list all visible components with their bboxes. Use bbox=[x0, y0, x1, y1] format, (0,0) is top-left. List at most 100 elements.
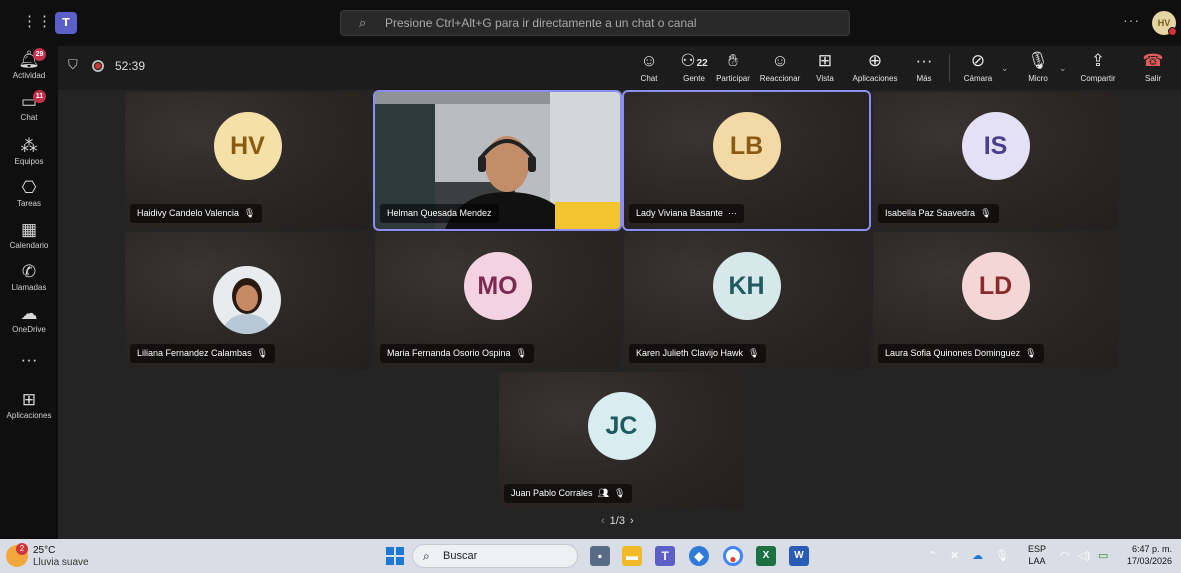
view-button[interactable]: ⊞ Vista bbox=[814, 50, 836, 83]
camera-off-icon: ⊘ bbox=[970, 51, 986, 70]
battery-icon[interactable]: ▭ bbox=[1098, 549, 1108, 562]
mic-muted-icon: 🎙︎ bbox=[243, 208, 256, 218]
rail-item-more[interactable]: ··· bbox=[0, 350, 58, 370]
participant-tile[interactable]: LD Laura Sofia Quinones Dominguez 🎙︎ bbox=[873, 232, 1118, 369]
search-icon: ⌕ bbox=[359, 15, 367, 30]
camera-options-chevron-icon[interactable]: ⌄ bbox=[1001, 63, 1009, 74]
rail-item-tasks[interactable]: ⎔ Tareas bbox=[0, 178, 58, 208]
weather-widget[interactable]: 2 25°C Lluvia suave bbox=[6, 543, 126, 571]
people-button[interactable]: ⚇22 Gente bbox=[674, 50, 714, 83]
task-view-icon[interactable]: ▪ bbox=[590, 546, 610, 566]
add-apps-icon: ⊞ bbox=[21, 390, 37, 409]
participant-tile[interactable]: Liliana Fernandez Calambas 🎙︎ bbox=[125, 232, 370, 369]
hang-up-icon: ☎ bbox=[1142, 51, 1164, 70]
rail-label: Equipos bbox=[14, 157, 44, 166]
react-button[interactable]: ☺ Reaccionar bbox=[758, 50, 802, 83]
video-gallery: HV Haidivy Candelo Valencia 🎙︎ Helman Que… bbox=[58, 90, 1181, 539]
windows-logo-icon bbox=[386, 557, 394, 565]
apps-button[interactable]: ⊕ Aplicaciones bbox=[850, 50, 900, 83]
app-launcher-icon[interactable]: ⋮⋮⋮ bbox=[22, 14, 67, 30]
file-explorer-icon[interactable]: ▬ bbox=[622, 546, 642, 566]
gallery-pager: ‹ 1/3 › bbox=[596, 515, 639, 527]
participant-name: Isabella Paz Saavedra bbox=[885, 208, 976, 218]
raise-hand-button[interactable]: ✋︎ Participar bbox=[713, 50, 753, 83]
mic-label: Micro bbox=[1028, 74, 1048, 83]
more-options-button[interactable]: ··· bbox=[1123, 12, 1140, 28]
clock-date: 17/03/2026 bbox=[1126, 556, 1172, 566]
rail-item-onedrive[interactable]: ☁ OneDrive bbox=[0, 304, 58, 334]
keyboard-layout: LAA bbox=[1028, 556, 1046, 566]
mic-muted-icon: 🎙︎ bbox=[980, 208, 992, 218]
participant-tile[interactable]: KH Karen Julieth Clavijo Hawk 🎙︎ bbox=[624, 232, 869, 369]
title-bar: ⋮⋮⋮ T ⌕ Presione Ctrl+Alt+G para ir dire… bbox=[0, 0, 1181, 46]
more-options-icon[interactable]: ··· bbox=[728, 208, 737, 218]
start-button[interactable] bbox=[385, 546, 405, 566]
rail-item-apps[interactable]: ⊞ Aplicaciones bbox=[0, 390, 58, 420]
more-button[interactable]: ··· Más bbox=[914, 50, 934, 83]
rail-item-calls[interactable]: ✆ Llamadas bbox=[0, 262, 58, 292]
camera-button[interactable]: ⊘ Cámara bbox=[962, 50, 994, 83]
meeting-controls-bar: ⛉ 52:39 ☺ Chat ⚇22 Gente ✋︎ Participar ☺… bbox=[58, 46, 1181, 90]
rail-item-activity[interactable]: 🔔︎ 29 Actividad bbox=[0, 48, 58, 80]
tray-mute-icon[interactable]: ✕ bbox=[950, 549, 959, 562]
participant-tile[interactable]: JC Juan Pablo Corrales 👥︎ 🎙︎ bbox=[499, 372, 744, 509]
participant-name: Haidivy Candelo Valencia bbox=[137, 208, 239, 218]
taskbar-search[interactable]: ⌕ Buscar bbox=[412, 544, 578, 568]
teams-icon: ⁂ bbox=[20, 136, 38, 155]
next-page-chevron-icon[interactable]: › bbox=[630, 515, 634, 527]
mic-muted-icon: 🎙︎ bbox=[748, 348, 760, 358]
mic-options-chevron-icon[interactable]: ⌄ bbox=[1059, 63, 1067, 74]
wifi-icon[interactable]: ◠ bbox=[1060, 549, 1070, 562]
copilot-icon[interactable]: ◆ bbox=[689, 546, 709, 566]
temperature: 25°C bbox=[33, 545, 56, 556]
share-icon: ⇪ bbox=[1090, 51, 1106, 70]
smiley-icon: ☺ bbox=[771, 51, 789, 70]
chat-button[interactable]: ☺ Chat bbox=[638, 50, 660, 83]
participant-name-label: Juan Pablo Corrales 👥︎ 🎙︎ bbox=[504, 484, 633, 503]
tray-mic-icon[interactable]: 🎙︎ bbox=[995, 549, 1009, 562]
mic-button[interactable]: 🎙︎ Micro bbox=[1024, 50, 1052, 83]
input-language[interactable]: ESP LAA bbox=[1028, 543, 1046, 567]
participant-name-label: Karen Julieth Clavijo Hawk 🎙︎ bbox=[629, 344, 767, 363]
search-input[interactable]: ⌕ Presione Ctrl+Alt+G para ir directamen… bbox=[340, 10, 850, 36]
participant-tile[interactable]: LB Lady Viviana Basante ··· bbox=[622, 90, 871, 231]
teams-app-icon[interactable]: T bbox=[655, 546, 675, 566]
participant-name-label: Helman Quesada Mendez bbox=[380, 204, 499, 223]
mic-off-icon: 🎙︎ bbox=[1027, 51, 1049, 70]
prev-page-chevron-icon[interactable]: ‹ bbox=[601, 515, 605, 527]
leave-button[interactable]: ☎ Salir bbox=[1142, 50, 1164, 83]
presence-busy-icon bbox=[1168, 27, 1177, 36]
rail-label: Chat bbox=[20, 113, 38, 122]
windows-logo-icon bbox=[396, 547, 404, 555]
system-clock[interactable]: 6:47 p. m. 17/03/2026 bbox=[1122, 543, 1172, 567]
participant-avatar: LD bbox=[961, 252, 1030, 320]
participant-name-label: Haidivy Candelo Valencia 🎙︎ bbox=[130, 204, 263, 223]
language-code: ESP bbox=[1028, 544, 1047, 554]
participant-tile-video[interactable]: Helman Quesada Mendez bbox=[373, 90, 622, 231]
chat-icon: ▭ bbox=[20, 92, 38, 111]
rail-item-chat[interactable]: ▭ 11 Chat bbox=[0, 90, 58, 122]
word-icon[interactable]: W bbox=[789, 546, 809, 566]
mic-muted-icon: 🎙︎ bbox=[1025, 348, 1037, 358]
mic-muted-icon: 🎙︎ bbox=[515, 348, 527, 358]
participant-name: Maria Fernanda Osorio Ospina bbox=[387, 348, 511, 358]
participant-tile[interactable]: MO Maria Fernanda Osorio Ospina 🎙︎ bbox=[375, 232, 620, 369]
participant-tile[interactable]: IS Isabella Paz Saavedra 🎙︎ bbox=[873, 92, 1118, 229]
volume-icon[interactable]: ◁) bbox=[1078, 549, 1090, 562]
windows-logo-icon bbox=[396, 557, 404, 565]
share-button[interactable]: ⇪ Compartir bbox=[1076, 50, 1120, 83]
cloud-icon: ☁ bbox=[20, 304, 38, 323]
ellipsis-icon: ··· bbox=[915, 51, 933, 70]
people-icon: ⚇22 bbox=[680, 51, 708, 70]
profile-avatar[interactable]: HV bbox=[1152, 11, 1177, 36]
participant-tile[interactable]: HV Haidivy Candelo Valencia 🎙︎ bbox=[125, 92, 370, 229]
participant-name-label: Liliana Fernandez Calambas 🎙︎ bbox=[130, 344, 276, 363]
tray-chevron-up-icon[interactable]: ⌃ bbox=[928, 549, 937, 562]
chrome-icon[interactable]: ● bbox=[723, 546, 743, 566]
weather-badge: 2 bbox=[16, 543, 28, 555]
search-placeholder: Presione Ctrl+Alt+G para ir directamente… bbox=[385, 16, 697, 30]
tray-onedrive-icon[interactable]: ☁ bbox=[972, 549, 983, 562]
excel-icon[interactable]: X bbox=[756, 546, 776, 566]
rail-item-teams[interactable]: ⁂ Equipos bbox=[0, 136, 58, 166]
rail-item-calendar[interactable]: ▦ Calendario bbox=[0, 220, 58, 250]
